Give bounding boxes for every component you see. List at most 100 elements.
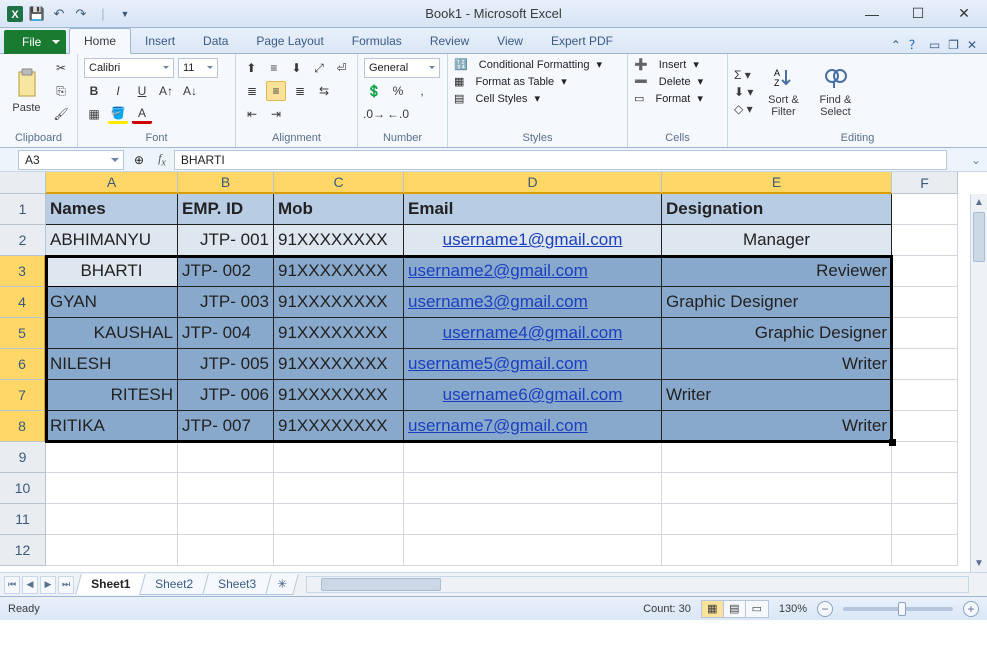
cell-F8[interactable] xyxy=(892,411,958,442)
cell-E10[interactable] xyxy=(662,473,892,504)
column-header-D[interactable]: D xyxy=(404,172,662,194)
conditional-formatting-button[interactable]: 🔢 Conditional Formatting ▾ xyxy=(454,58,621,71)
bold-icon[interactable]: B xyxy=(84,81,104,101)
column-header-B[interactable]: B xyxy=(178,172,274,194)
comma-icon[interactable]: , xyxy=(412,81,432,101)
cell-A6[interactable]: NILESH xyxy=(46,349,178,380)
cell-C4[interactable]: 91XXXXXXXX xyxy=(274,287,404,318)
row-header-5[interactable]: 5 xyxy=(0,318,46,349)
row-header-7[interactable]: 7 xyxy=(0,380,46,411)
percent-icon[interactable]: % xyxy=(388,81,408,101)
cell-F6[interactable] xyxy=(892,349,958,380)
cell-B7[interactable]: JTP- 006 xyxy=(178,380,274,411)
fill-color-icon[interactable]: 🪣 xyxy=(108,104,128,124)
column-header-F[interactable]: F xyxy=(892,172,958,194)
tab-formulas[interactable]: Formulas xyxy=(338,29,416,53)
sheet-prev-icon[interactable]: ◀ xyxy=(22,576,38,594)
cell-B11[interactable] xyxy=(178,504,274,535)
align-right-icon[interactable]: ≣ xyxy=(290,81,310,101)
zoom-level[interactable]: 130% xyxy=(779,603,807,615)
cell-B1[interactable]: EMP. ID xyxy=(178,194,274,225)
cell-F1[interactable] xyxy=(892,194,958,225)
window-close-icon[interactable]: ✕ xyxy=(967,38,977,52)
find-select-button[interactable]: Find & Select xyxy=(813,66,857,118)
minimize-button[interactable]: — xyxy=(849,0,895,28)
sheet-last-icon[interactable]: ⏭ xyxy=(58,576,74,594)
cell-C11[interactable] xyxy=(274,504,404,535)
column-header-C[interactable]: C xyxy=(274,172,404,194)
cell-C12[interactable] xyxy=(274,535,404,566)
vertical-scrollbar[interactable]: ▲ ▼ xyxy=(970,194,987,572)
column-header-A[interactable]: A xyxy=(46,172,178,194)
tab-review[interactable]: Review xyxy=(416,29,483,53)
format-cells-button[interactable]: ▭ Format ▾ xyxy=(634,92,721,105)
row-header-4[interactable]: 4 xyxy=(0,287,46,318)
name-box[interactable]: A3 xyxy=(18,150,124,170)
sheet-tab-1[interactable]: Sheet1 xyxy=(75,574,146,595)
cell-D12[interactable] xyxy=(404,535,662,566)
sheet-tab-3[interactable]: Sheet3 xyxy=(203,574,273,595)
tab-view[interactable]: View xyxy=(483,29,537,53)
cell-D4[interactable]: username3@gmail.com xyxy=(404,287,662,318)
format-painter-icon[interactable]: 🖌 xyxy=(51,104,71,124)
view-page-layout-icon[interactable]: ▤ xyxy=(724,601,746,617)
cell-C5[interactable]: 91XXXXXXXX xyxy=(274,318,404,349)
wrap-text-icon[interactable]: ⏎ xyxy=(332,58,351,78)
tab-insert[interactable]: Insert xyxy=(131,29,189,53)
delete-cells-button[interactable]: ➖ Delete ▾ xyxy=(634,75,721,88)
cut-icon[interactable]: ✂ xyxy=(51,58,71,78)
cell-D8[interactable]: username7@gmail.com xyxy=(404,411,662,442)
cell-B5[interactable]: JTP- 004 xyxy=(178,318,274,349)
tab-page-layout[interactable]: Page Layout xyxy=(242,29,337,53)
cell-B9[interactable] xyxy=(178,442,274,473)
cell-E2[interactable]: Manager xyxy=(662,225,892,256)
spreadsheet-grid[interactable]: ABCDEF 123456789101112 NamesEMP. IDMobEm… xyxy=(0,172,987,572)
cell-E6[interactable]: Writer xyxy=(662,349,892,380)
cell-A11[interactable] xyxy=(46,504,178,535)
view-page-break-icon[interactable]: ▭ xyxy=(746,601,768,617)
copy-icon[interactable]: ⎘ xyxy=(51,81,71,101)
cell-F2[interactable] xyxy=(892,225,958,256)
font-size-combo[interactable]: 11 xyxy=(178,58,218,78)
font-name-combo[interactable]: Calibri xyxy=(84,58,174,78)
cell-A1[interactable]: Names xyxy=(46,194,178,225)
decrease-decimal-icon[interactable]: ←.0 xyxy=(388,104,408,124)
formula-input[interactable]: BHARTI xyxy=(174,150,947,170)
cell-D1[interactable]: Email xyxy=(404,194,662,225)
paste-button[interactable]: Paste xyxy=(6,68,47,114)
clear-icon[interactable]: ◇ ▾ xyxy=(734,102,753,116)
cell-C8[interactable]: 91XXXXXXXX xyxy=(274,411,404,442)
tab-file[interactable]: File xyxy=(4,30,66,54)
orientation-icon[interactable]: ⤢ xyxy=(310,58,329,78)
borders-icon[interactable]: ▦ xyxy=(84,104,104,124)
row-header-8[interactable]: 8 xyxy=(0,411,46,442)
cell-A8[interactable]: RITIKA xyxy=(46,411,178,442)
cell-D10[interactable] xyxy=(404,473,662,504)
cell-F9[interactable] xyxy=(892,442,958,473)
cell-C10[interactable] xyxy=(274,473,404,504)
cell-A3[interactable]: BHARTI xyxy=(46,256,178,287)
expand-formula-bar-icon[interactable]: ⌄ xyxy=(965,153,987,167)
fill-icon[interactable]: ⬇ ▾ xyxy=(734,85,753,99)
cell-E3[interactable]: Reviewer xyxy=(662,256,892,287)
cell-A12[interactable] xyxy=(46,535,178,566)
cell-F11[interactable] xyxy=(892,504,958,535)
cell-C1[interactable]: Mob xyxy=(274,194,404,225)
cell-F5[interactable] xyxy=(892,318,958,349)
cell-B12[interactable] xyxy=(178,535,274,566)
sort-filter-button[interactable]: AZ Sort & Filter xyxy=(761,66,805,118)
qat-dropdown-icon[interactable]: ▼ xyxy=(116,5,134,23)
scroll-down-icon[interactable]: ▼ xyxy=(971,555,987,572)
row-header-12[interactable]: 12 xyxy=(0,535,46,566)
cell-D5[interactable]: username4@gmail.com xyxy=(404,318,662,349)
sheet-tab-2[interactable]: Sheet2 xyxy=(140,574,210,595)
cell-D6[interactable]: username5@gmail.com xyxy=(404,349,662,380)
autosum-icon[interactable]: Σ ▾ xyxy=(734,68,753,82)
scroll-up-icon[interactable]: ▲ xyxy=(971,194,987,211)
align-center-icon[interactable]: ≡ xyxy=(266,81,286,101)
cell-E12[interactable] xyxy=(662,535,892,566)
cell-C9[interactable] xyxy=(274,442,404,473)
tab-expert-pdf[interactable]: Expert PDF xyxy=(537,29,627,53)
fx-icon[interactable]: fx xyxy=(150,151,174,168)
row-header-6[interactable]: 6 xyxy=(0,349,46,380)
